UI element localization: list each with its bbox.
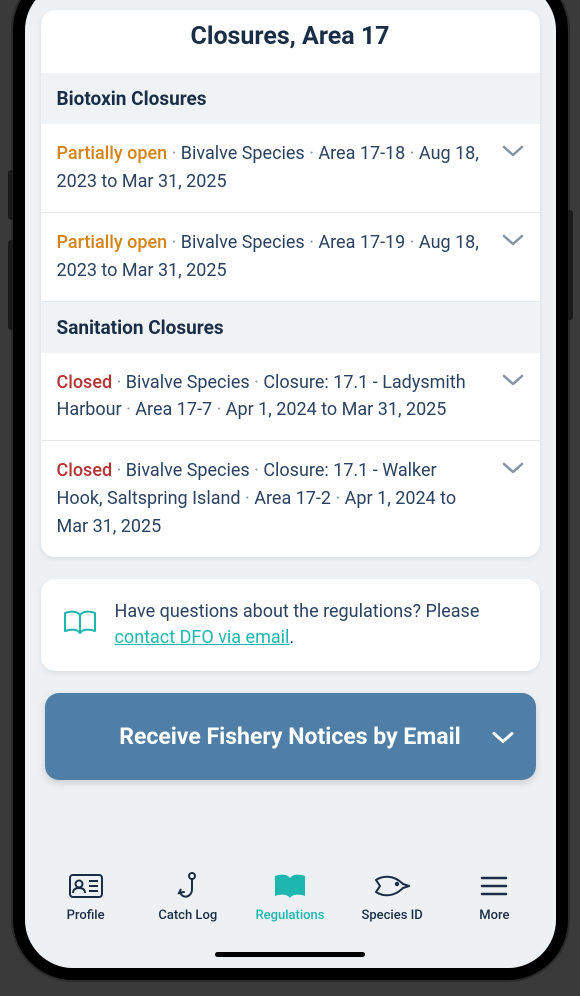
separator-dot: · [410, 143, 419, 164]
area-label: Area 17-19 [318, 232, 405, 253]
nav-label: Species ID [362, 908, 423, 923]
area-label: Area 17-18 [318, 143, 405, 164]
separator-dot: · [126, 399, 135, 420]
bottom-nav: Profile Catch Log Regu [25, 848, 556, 968]
nav-label: Profile [67, 908, 105, 923]
closure-item[interactable]: Partially open · Bivalve Species · Area … [41, 124, 540, 213]
closures-card: Closures, Area 17 Biotoxin Closures Part… [41, 10, 540, 557]
species-label: Bivalve Species [126, 460, 250, 481]
nav-species-id[interactable]: Species ID [348, 870, 436, 923]
info-trail: . [289, 627, 294, 648]
separator-dot: · [172, 143, 181, 164]
nav-catch-log[interactable]: Catch Log [144, 870, 232, 923]
nav-more[interactable]: More [450, 870, 538, 923]
contact-dfo-link[interactable]: contact DFO via email [115, 627, 290, 648]
phone-frame: Closures, Area 17 Biotoxin Closures Part… [13, 0, 568, 980]
separator-dot: · [336, 488, 345, 509]
info-text: Have questions about the regulations? Pl… [115, 599, 518, 651]
dates-label: Apr 1, 2024 to Mar 31, 2025 [226, 399, 447, 420]
closure-text: Closed · Bivalve Species · Closure: 17.1… [57, 369, 480, 425]
book-icon [273, 870, 307, 902]
chevron-down-icon[interactable] [492, 369, 524, 387]
separator-dot: · [172, 232, 181, 253]
separator-dot: · [117, 460, 126, 481]
closure-text: Closed · Bivalve Species · Closure: 17.1… [57, 457, 480, 541]
separator-dot: · [117, 372, 126, 393]
section-header-sanitation: Sanitation Closures [41, 302, 540, 353]
separator-dot: · [309, 232, 318, 253]
info-lead: Have questions about the regulations? Pl… [115, 601, 480, 622]
phone-screen: Closures, Area 17 Biotoxin Closures Part… [25, 0, 556, 968]
closure-text: Partially open · Bivalve Species · Area … [57, 229, 480, 285]
status-badge: Partially open [57, 232, 168, 253]
species-label: Bivalve Species [126, 372, 250, 393]
content-area: Closures, Area 17 Biotoxin Closures Part… [25, 0, 556, 848]
closure-text: Partially open · Bivalve Species · Area … [57, 140, 480, 196]
nav-regulations[interactable]: Regulations [246, 870, 334, 923]
page-title: Closures, Area 17 [41, 10, 540, 73]
species-label: Bivalve Species [181, 143, 305, 164]
info-card: Have questions about the regulations? Pl… [41, 579, 540, 671]
area-label: Area 17-2 [254, 488, 331, 509]
status-badge: Closed [57, 372, 113, 393]
closure-item[interactable]: Closed · Bivalve Species · Closure: 17.1… [41, 353, 540, 442]
separator-dot: · [309, 143, 318, 164]
phone-power-button [568, 210, 573, 320]
closure-item[interactable]: Closed · Bivalve Species · Closure: 17.1… [41, 441, 540, 557]
book-open-icon [63, 609, 97, 641]
section-header-biotoxin: Biotoxin Closures [41, 73, 540, 124]
chevron-down-icon[interactable] [492, 140, 524, 158]
chevron-down-icon [492, 723, 514, 750]
nav-label: Catch Log [158, 908, 217, 923]
separator-dot: · [254, 372, 263, 393]
status-badge: Partially open [57, 143, 168, 164]
separator-dot: · [254, 460, 263, 481]
closure-item[interactable]: Partially open · Bivalve Species · Area … [41, 213, 540, 302]
cta-label: Receive Fishery Notices by Email [71, 721, 510, 752]
area-label: Area 17-7 [135, 399, 212, 420]
separator-dot: · [245, 488, 254, 509]
nav-label: More [479, 908, 509, 923]
home-indicator[interactable] [215, 952, 365, 957]
phone-volume-down [8, 240, 13, 330]
separator-dot: · [217, 399, 226, 420]
hook-icon [175, 870, 201, 902]
separator-dot: · [410, 232, 419, 253]
nav-profile[interactable]: Profile [42, 870, 130, 923]
chevron-down-icon[interactable] [492, 229, 524, 247]
fish-icon [373, 870, 411, 902]
menu-icon [480, 870, 508, 902]
chevron-down-icon[interactable] [492, 457, 524, 475]
status-badge: Closed [57, 460, 113, 481]
phone-volume-up [8, 170, 13, 220]
species-label: Bivalve Species [181, 232, 305, 253]
receive-notices-button[interactable]: Receive Fishery Notices by Email [45, 693, 536, 780]
profile-icon [68, 870, 104, 902]
nav-label: Regulations [255, 908, 324, 923]
